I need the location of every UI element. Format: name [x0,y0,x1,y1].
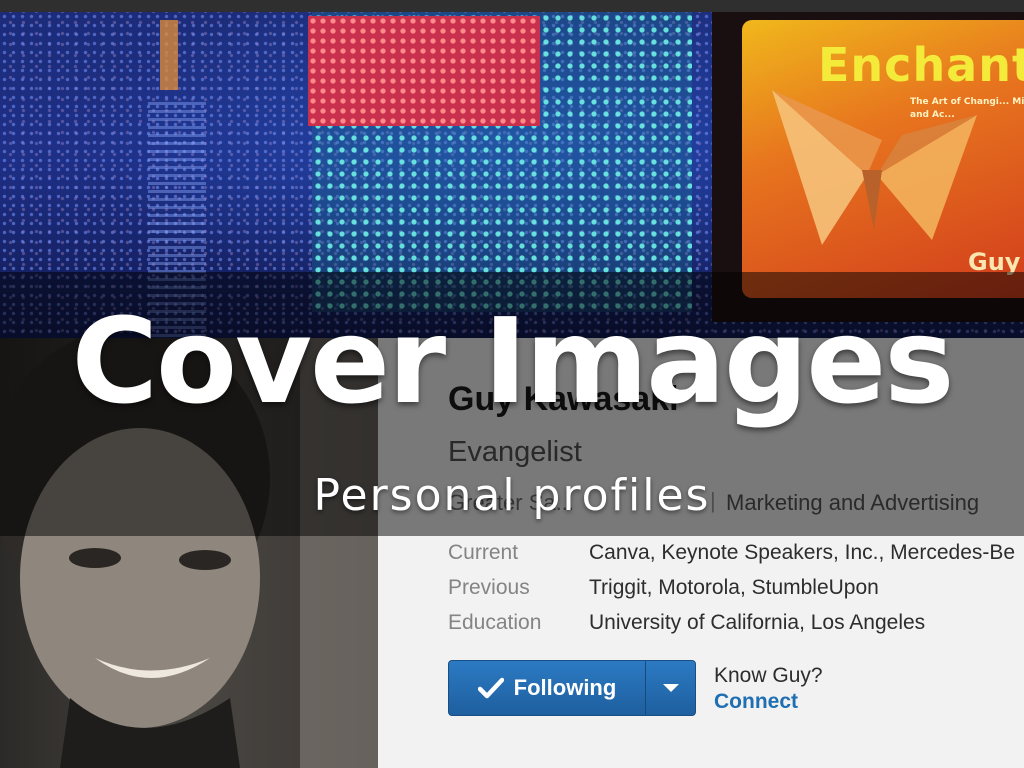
know-guy-prompt: Know Guy? [714,664,823,687]
stage-light [160,20,178,90]
slide-title: Cover Images [71,292,954,430]
connect-link[interactable]: Connect [714,690,798,714]
current-value[interactable]: Canva, Keynote Speakers, Inc., Mercedes-… [589,541,1015,565]
led-red-panel [308,16,540,126]
slide-subtitle: Personal profiles [313,470,711,521]
following-dropdown[interactable] [646,661,695,715]
book-cover-screen: Enchant The Art of Changi... Minds, and … [742,20,1024,298]
previous-value[interactable]: Triggit, Motorola, StumbleUpon [589,576,879,600]
following-button[interactable]: Following [448,660,696,716]
top-bar [0,0,1024,12]
origami-butterfly-icon [772,90,977,245]
education-label: Education [448,611,542,634]
caret-down-icon [662,684,679,692]
education-value[interactable]: University of California, Los Angeles [589,611,925,635]
slide: Enchant The Art of Changi... Minds, and … [0,0,1024,768]
following-toggle[interactable]: Following [449,661,645,715]
check-icon [477,677,504,699]
current-label: Current [448,541,519,564]
following-label: Following [513,675,617,700]
previous-label: Previous [448,576,530,599]
